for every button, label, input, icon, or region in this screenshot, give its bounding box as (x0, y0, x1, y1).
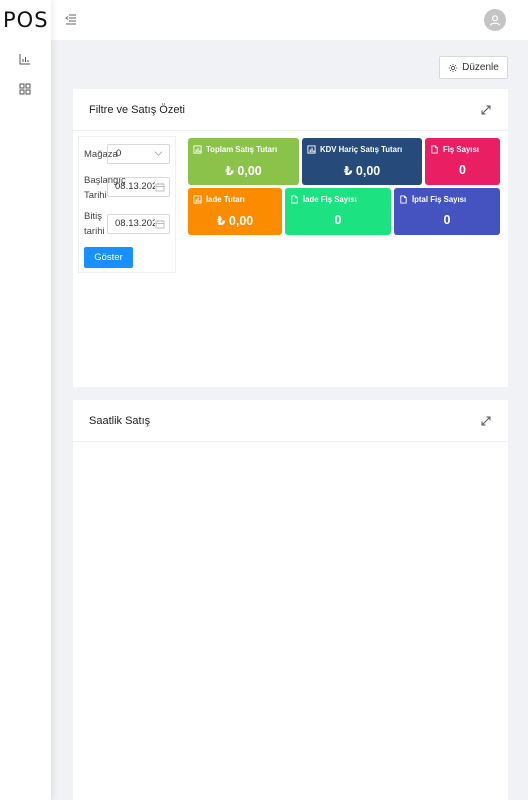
calendar-icon (155, 219, 165, 229)
file-icon (291, 195, 298, 204)
expand-icon[interactable] (480, 104, 492, 116)
stat-receipt-count: Fiş Sayısı 0 (425, 138, 500, 185)
summary-card-header: Filtre ve Satış Özeti (73, 89, 508, 131)
bar-chart-icon (19, 54, 30, 65)
start-date-label-line2: Tarihi (84, 190, 107, 201)
avatar[interactable] (484, 9, 506, 31)
stat-label: Fiş Sayısı (443, 145, 479, 154)
stat-value: ₺ 0,00 (225, 164, 262, 178)
end-date-label: Bitiş tarihi (84, 209, 105, 239)
stat-cancel-receipt-count: İptal Fiş Sayısı 0 (394, 188, 500, 235)
filter-panel: Mağaza 0 Başlangıç Tarihi 08.13.2025 Bit… (78, 136, 176, 273)
sidebar-item-reports[interactable] (18, 52, 32, 66)
sidebar: POS (0, 0, 51, 800)
user-icon (489, 15, 501, 26)
show-button[interactable]: Göster (84, 247, 133, 268)
hourly-sales-card: Saatlik Satış (73, 400, 508, 800)
stat-total-sales: Toplam Satış Tutarı ₺ 0,00 (188, 138, 299, 185)
gear-icon (448, 63, 458, 72)
file-icon (431, 145, 438, 154)
start-date-input[interactable]: 08.13.2025 (107, 177, 170, 197)
stat-value: 0 (443, 213, 451, 227)
stat-return-amount: İade Tutarı ₺ 0,00 (188, 188, 282, 235)
stat-label: İade Fiş Sayısı (303, 195, 357, 204)
app-logo: POS (3, 8, 49, 32)
edit-button-label: Düzenle (462, 62, 499, 73)
grid-icon (19, 83, 31, 95)
file-icon (400, 195, 407, 204)
sidebar-item-dashboard[interactable] (18, 82, 32, 96)
menu-fold-icon[interactable] (65, 13, 77, 25)
store-select-value: 0 (116, 148, 122, 159)
stat-value: ₺ 0,00 (216, 214, 254, 228)
end-date-label-line2: tarihi (84, 226, 105, 237)
stat-sales-excl-vat: KDV Hariç Satış Tutarı ₺ 0,00 (302, 138, 422, 185)
expand-icon[interactable] (480, 415, 492, 427)
summary-card-title: Filtre ve Satış Özeti (89, 103, 185, 116)
calendar-icon (155, 182, 165, 192)
hourly-sales-title: Saatlik Satış (89, 414, 151, 427)
stat-label: Toplam Satış Tutarı (206, 145, 278, 154)
stat-value: 0 (459, 163, 466, 177)
top-bar (51, 0, 528, 40)
stat-label: İptal Fiş Sayısı (412, 195, 467, 204)
end-date-input[interactable]: 08.13.2025 (107, 214, 170, 234)
stat-value: ₺ 0,00 (343, 164, 381, 178)
bar-chart-icon (193, 195, 202, 204)
end-date-label-line1: Bitiş (84, 211, 102, 222)
stat-label: KDV Hariç Satış Tutarı (320, 145, 403, 154)
bar-chart-icon (193, 145, 202, 154)
stat-value: 0 (334, 213, 342, 227)
stat-return-receipt-count: İade Fiş Sayısı 0 (285, 188, 391, 235)
store-select[interactable]: 0 (107, 144, 170, 164)
edit-button[interactable]: Düzenle (439, 56, 508, 79)
chevron-down-icon (154, 151, 163, 156)
bar-chart-icon (307, 145, 316, 154)
hourly-sales-card-header: Saatlik Satış (73, 400, 508, 442)
stat-label: İade Tutarı (206, 195, 245, 204)
